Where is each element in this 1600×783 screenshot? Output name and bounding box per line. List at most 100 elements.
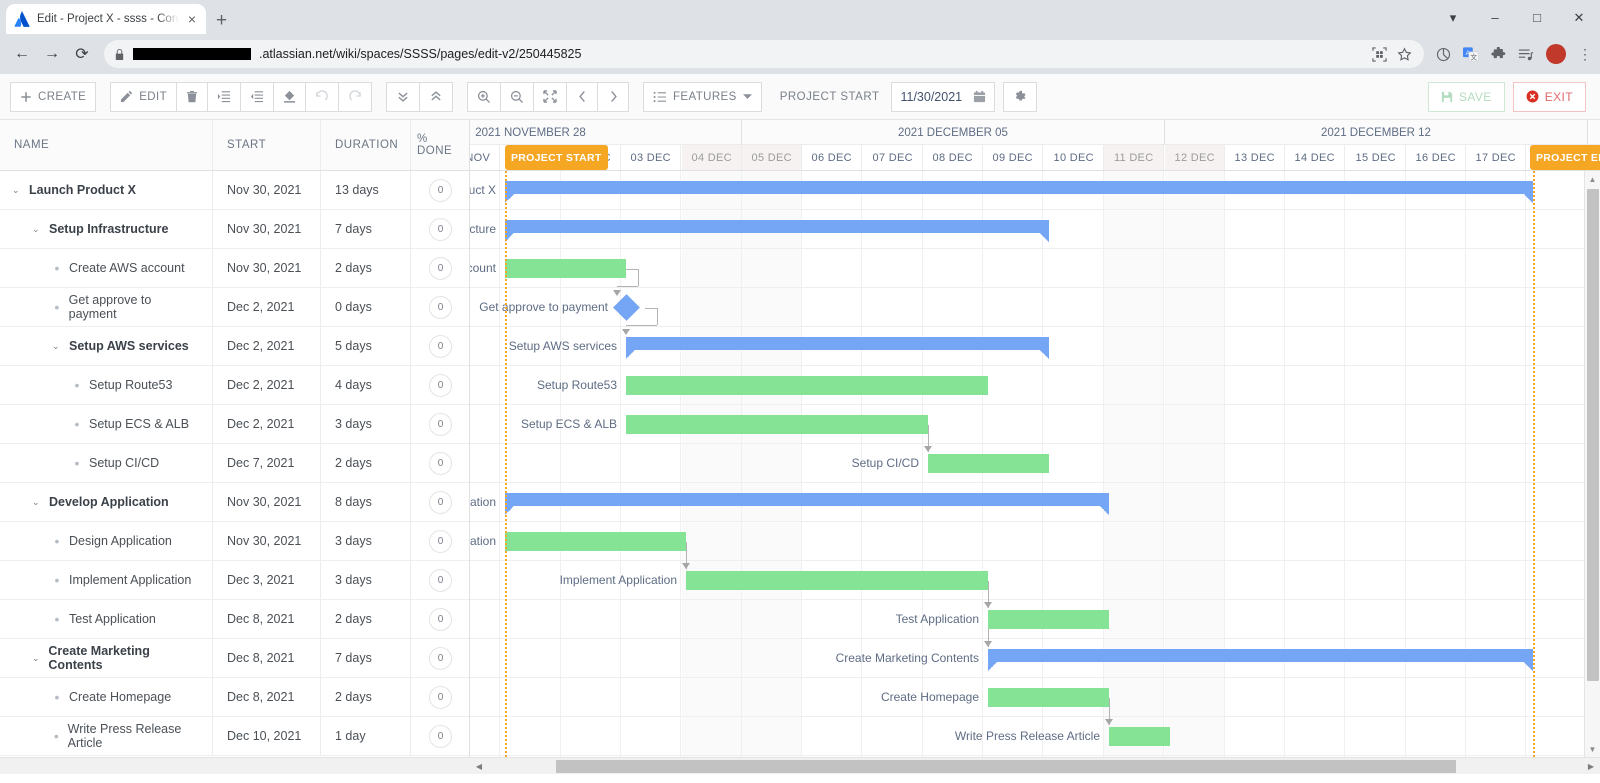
gantt-task-bar[interactable] bbox=[928, 454, 1049, 473]
gantt-task-bar[interactable] bbox=[988, 610, 1109, 629]
horizontal-scrollbar[interactable]: ◀ ▶ bbox=[0, 757, 1600, 774]
cell-duration[interactable]: 2 days bbox=[320, 444, 410, 482]
cell-done[interactable]: 0 bbox=[410, 366, 470, 404]
cell-duration[interactable]: 7 days bbox=[320, 639, 410, 677]
scroll-up-arrow-icon[interactable]: ▲ bbox=[1585, 171, 1600, 187]
gantt-task-bar[interactable] bbox=[1109, 727, 1170, 746]
chevron-down-icon[interactable]: ⌄ bbox=[32, 224, 42, 235]
gantt-task-bar[interactable] bbox=[505, 259, 626, 278]
cell-name[interactable]: ⌄ Launch Product X bbox=[0, 171, 212, 209]
address-bar[interactable]: .atlassian.net/wiki/spaces/SSSS/pages/ed… bbox=[104, 40, 1424, 68]
cell-done[interactable]: 0 bbox=[410, 600, 470, 638]
table-row[interactable]: • Get approve to payment Dec 2, 2021 0 days… bbox=[0, 288, 469, 327]
gantt-summary-bar[interactable] bbox=[626, 337, 1049, 359]
reload-icon[interactable]: ⟳ bbox=[68, 40, 96, 68]
table-row[interactable]: ⌄ Launch Product X Nov 30, 2021 13 days 0 bbox=[0, 171, 469, 210]
cell-duration[interactable]: 7 days bbox=[320, 210, 410, 248]
table-row[interactable]: • Create AWS account Nov 30, 2021 2 days 0 bbox=[0, 249, 469, 288]
table-row[interactable]: • Design Application Nov 30, 2021 3 days 0 bbox=[0, 522, 469, 561]
new-tab-button[interactable]: + bbox=[216, 11, 227, 30]
cell-done[interactable]: 0 bbox=[410, 561, 470, 599]
expand-all-button[interactable] bbox=[386, 81, 420, 112]
timeline-marker-badge[interactable]: PROJECT START bbox=[505, 145, 608, 170]
gantt-summary-bar[interactable] bbox=[988, 649, 1533, 671]
gantt-task-bar[interactable] bbox=[686, 571, 988, 590]
cell-done[interactable]: 0 bbox=[410, 678, 470, 716]
browser-menu-icon[interactable]: ⋮ bbox=[1578, 46, 1592, 63]
horizontal-scroll-thumb[interactable] bbox=[556, 760, 1456, 773]
cell-duration[interactable]: 13 days bbox=[320, 171, 410, 209]
close-icon[interactable]: × bbox=[186, 10, 198, 28]
cell-start[interactable]: Dec 8, 2021 bbox=[212, 678, 320, 716]
cell-start[interactable]: Nov 30, 2021 bbox=[212, 210, 320, 248]
cell-start[interactable]: Dec 10, 2021 bbox=[212, 717, 320, 755]
cell-start[interactable]: Nov 30, 2021 bbox=[212, 483, 320, 521]
cell-duration[interactable]: 0 days bbox=[320, 288, 410, 326]
chevron-down-icon[interactable]: ▾ bbox=[1432, 11, 1474, 24]
cell-start[interactable]: Nov 30, 2021 bbox=[212, 522, 320, 560]
cell-name[interactable]: • Create AWS account bbox=[0, 249, 212, 287]
cell-start[interactable]: Dec 7, 2021 bbox=[212, 444, 320, 482]
gantt-task-bar[interactable] bbox=[626, 376, 988, 395]
table-row[interactable]: ⌄ Setup AWS services Dec 2, 2021 5 days 0 bbox=[0, 327, 469, 366]
table-row[interactable]: • Create Homepage Dec 8, 2021 2 days 0 bbox=[0, 678, 469, 717]
chevron-down-icon[interactable]: ⌄ bbox=[12, 185, 22, 196]
table-row[interactable]: • Test Application Dec 8, 2021 2 days 0 bbox=[0, 600, 469, 639]
cell-name[interactable]: • Setup Route53 bbox=[0, 366, 212, 404]
cell-duration[interactable]: 2 days bbox=[320, 600, 410, 638]
cell-start[interactable]: Dec 2, 2021 bbox=[212, 327, 320, 365]
table-row[interactable]: • Write Press Release Article Dec 10, 2021… bbox=[0, 717, 469, 756]
table-row[interactable]: ⌄ Setup Infrastructure Nov 30, 2021 7 days 0 bbox=[0, 210, 469, 249]
scroll-down-arrow-icon[interactable]: ▼ bbox=[1585, 741, 1600, 757]
table-row[interactable]: • Setup Route53 Dec 2, 2021 4 days 0 bbox=[0, 366, 469, 405]
cell-start[interactable]: Dec 2, 2021 bbox=[212, 405, 320, 443]
cell-name[interactable]: ⌄ Setup Infrastructure bbox=[0, 210, 212, 248]
browser-tab[interactable]: Edit - Project X - ssss - Confluence × bbox=[6, 4, 206, 34]
gantt-summary-bar[interactable] bbox=[505, 493, 1109, 515]
cell-name[interactable]: • Design Application bbox=[0, 522, 212, 560]
gantt-summary-bar[interactable] bbox=[505, 220, 1049, 242]
scroll-left-arrow-icon[interactable]: ◀ bbox=[472, 758, 486, 775]
table-row[interactable]: ⌄ Create Marketing Contents Dec 8, 2021 7 d… bbox=[0, 639, 469, 678]
cell-duration[interactable]: 1 day bbox=[320, 717, 410, 755]
cell-done[interactable]: 0 bbox=[410, 639, 470, 677]
vertical-scroll-thumb[interactable] bbox=[1587, 189, 1599, 681]
highlight-button[interactable] bbox=[273, 81, 306, 112]
maximize-icon[interactable]: □ bbox=[1516, 11, 1558, 24]
gantt-summary-bar[interactable] bbox=[505, 181, 1533, 203]
cell-done[interactable]: 0 bbox=[410, 717, 470, 755]
cell-start[interactable]: Dec 8, 2021 bbox=[212, 639, 320, 677]
edit-button[interactable]: EDIT bbox=[110, 81, 177, 112]
delete-button[interactable] bbox=[176, 81, 208, 112]
cell-done[interactable]: 0 bbox=[410, 444, 470, 482]
cell-done[interactable]: 0 bbox=[410, 483, 470, 521]
cell-duration[interactable]: 5 days bbox=[320, 327, 410, 365]
timeline-marker-badge[interactable]: PROJECT END bbox=[1530, 145, 1600, 170]
create-button[interactable]: CREATE bbox=[10, 81, 97, 112]
vertical-scrollbar[interactable]: ▲ ▼ bbox=[1584, 171, 1600, 757]
next-button[interactable] bbox=[597, 81, 629, 112]
cell-name[interactable]: • Test Application bbox=[0, 600, 212, 638]
puzzle-icon[interactable] bbox=[1491, 46, 1506, 62]
cell-done[interactable]: 0 bbox=[410, 171, 470, 209]
cell-start[interactable]: Dec 3, 2021 bbox=[212, 561, 320, 599]
cell-duration[interactable]: 8 days bbox=[320, 483, 410, 521]
settings-button[interactable] bbox=[1003, 81, 1038, 112]
cell-done[interactable]: 0 bbox=[410, 327, 470, 365]
cell-done[interactable]: 0 bbox=[410, 210, 470, 248]
scroll-right-arrow-icon[interactable]: ▶ bbox=[1584, 758, 1598, 775]
indent-button[interactable] bbox=[207, 81, 241, 112]
cell-done[interactable]: 0 bbox=[410, 405, 470, 443]
cell-done[interactable]: 0 bbox=[410, 249, 470, 287]
zoom-in-button[interactable] bbox=[467, 81, 501, 112]
timeline-body[interactable]: Launch Product X Setup Infrastructure Crea… bbox=[470, 171, 1600, 757]
table-row[interactable]: • Setup ECS & ALB Dec 2, 2021 3 days 0 bbox=[0, 405, 469, 444]
table-row[interactable]: ⌄ Develop Application Nov 30, 2021 8 days 0 bbox=[0, 483, 469, 522]
media-icon[interactable] bbox=[1436, 47, 1451, 62]
outdent-button[interactable] bbox=[240, 81, 274, 112]
fit-to-screen-button[interactable] bbox=[533, 81, 567, 112]
back-icon[interactable]: ← bbox=[8, 40, 36, 68]
cell-done[interactable]: 0 bbox=[410, 288, 470, 326]
cell-duration[interactable]: 2 days bbox=[320, 249, 410, 287]
forward-icon[interactable]: → bbox=[38, 40, 66, 68]
